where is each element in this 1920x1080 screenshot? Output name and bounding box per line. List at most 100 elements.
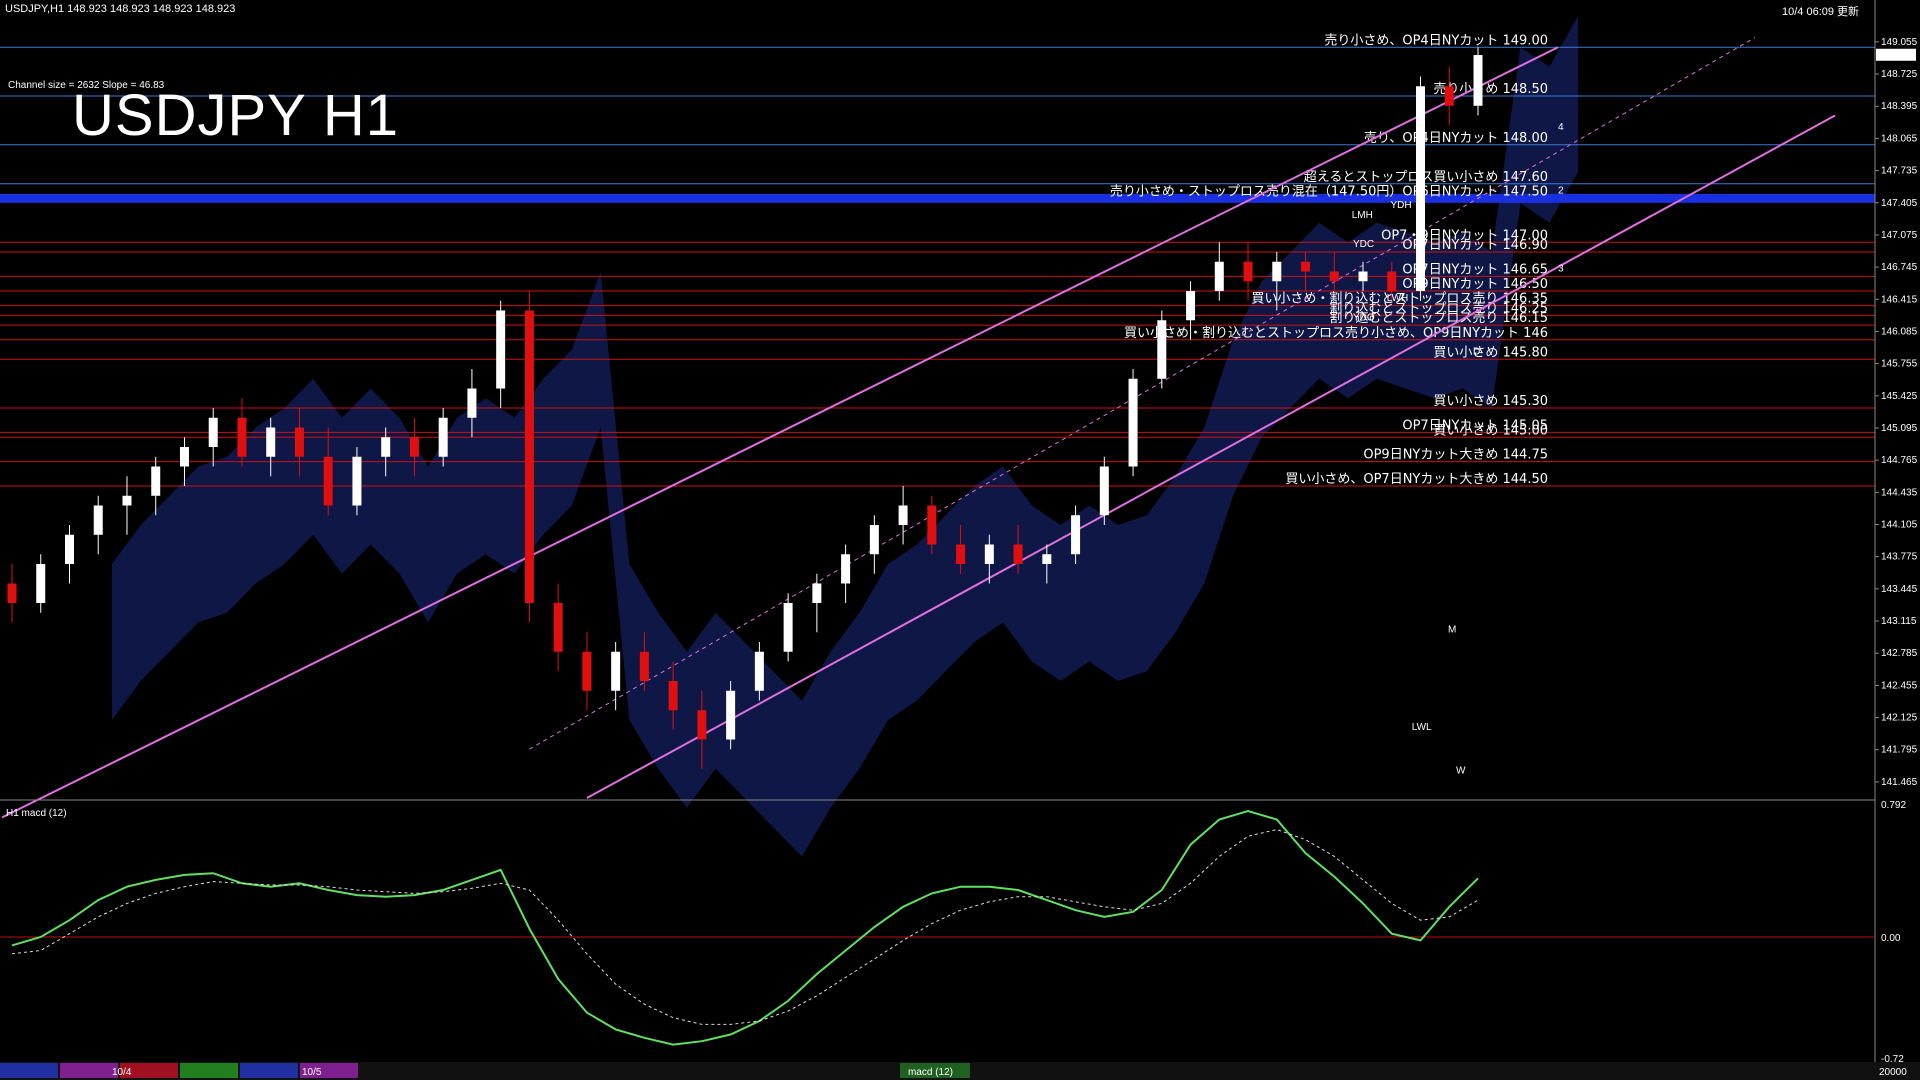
candle-body (697, 710, 707, 740)
candle-body (1214, 261, 1224, 291)
candle-body (984, 544, 994, 564)
level-label: 買い小さめ 145.30 (1433, 394, 1548, 409)
level-label: 売り、OP4日NYカット 148.00 (1364, 130, 1548, 146)
candle-body (1358, 271, 1368, 282)
price-tick-label: 143.775 (1881, 552, 1918, 563)
price-tick-label: 144.105 (1881, 520, 1918, 531)
candle-body (1157, 320, 1167, 379)
candle-body (208, 417, 218, 447)
price-tick-label: 145.425 (1881, 391, 1918, 402)
price-tick-label: 148.065 (1881, 133, 1918, 144)
price-tick-label: 142.125 (1881, 713, 1918, 724)
price-tick-label: 147.735 (1881, 166, 1918, 177)
update-time: 10/4 06:09 更新 (1782, 6, 1860, 18)
price-tick-label: 146.415 (1881, 294, 1918, 305)
candle-body (36, 564, 46, 603)
candle-body (467, 388, 477, 418)
candle-body (438, 417, 448, 457)
macd-tick-label: 0.00 (1881, 933, 1901, 944)
candle-body (1042, 554, 1052, 564)
candle-body (1416, 86, 1426, 291)
candle-body (524, 310, 534, 603)
candle-body (266, 427, 276, 457)
bottom-swatch (0, 1063, 58, 1078)
candle-body (381, 437, 391, 457)
macd-tick-label: 0.792 (1881, 800, 1906, 811)
price-tick-label: 143.445 (1881, 584, 1918, 595)
level-label: 買い小さめ・割り込むとストップロス売り小さめ、OP9日NYカット 146 (1124, 325, 1548, 341)
candle-body (1128, 378, 1138, 467)
candle-body (869, 525, 879, 555)
price-tick-label: 146.745 (1881, 262, 1918, 273)
candle-body (1013, 544, 1023, 564)
price-tick-label: 143.115 (1881, 616, 1917, 627)
candle-body (1301, 261, 1311, 272)
wave-label: 3 (1558, 264, 1564, 275)
candle-body (1444, 86, 1454, 106)
level-label: 売り小さめ・ストップロス売り混在（147.50円）OP6日NYカット 147.5… (1110, 183, 1548, 199)
candle-body (1473, 55, 1483, 106)
macd-label: H1 macd (12) (6, 808, 67, 819)
candle-body (496, 310, 506, 389)
bottom-swatch (240, 1063, 298, 1078)
box-label-ydc: YDC (1353, 239, 1374, 250)
candle-body (294, 427, 304, 457)
candle-body (582, 651, 592, 691)
candle-body (323, 456, 333, 506)
box-label-w: W (1456, 766, 1466, 777)
candle-body (1071, 515, 1081, 555)
candle-body (639, 651, 649, 681)
candle-body (1387, 271, 1397, 291)
candle-body (783, 603, 793, 652)
candle-body (237, 417, 247, 457)
level-label: OP9日NYカット大きめ 144.75 (1363, 448, 1548, 463)
candle-body (553, 603, 563, 652)
level-label: 超えるとストップロス買い小さめ 147.60 (1304, 170, 1548, 185)
price-tick-label: 142.455 (1881, 680, 1918, 691)
candle-body (812, 583, 822, 603)
candle-body (611, 651, 621, 691)
usdjpy-h1-chart[interactable]: 売り小さめ、OP4日NYカット 149.00売り小さめ 148.50売り、OP4… (0, 0, 1920, 1080)
price-tick-label: 148.725 (1881, 69, 1918, 80)
box-label-m: M (1448, 624, 1456, 635)
wave-label: 2 (1558, 186, 1564, 197)
level-label: 買い小さめ 145.00 (1433, 423, 1548, 438)
bottom-right-label: 20000 (1879, 1067, 1907, 1078)
level-label: 買い小さめ、OP7日NYカット大きめ 144.50 (1285, 472, 1548, 487)
bottom-swatch (60, 1063, 118, 1078)
price-tick-label: 149.055 (1881, 37, 1918, 48)
candle-body (1272, 261, 1282, 282)
price-tick-label: 145.095 (1881, 423, 1918, 434)
price-tick-label: 144.435 (1881, 487, 1918, 498)
price-tick-label: 141.465 (1881, 777, 1918, 788)
time-label: 10/4 (112, 1067, 132, 1078)
candle-body (726, 690, 736, 740)
box-label-d: D (1473, 346, 1480, 357)
price-tick-label: 147.075 (1881, 230, 1918, 241)
candle-body (841, 554, 851, 584)
bottom-bar: 10/4 10/5 macd (12) 20000 (0, 1062, 1920, 1080)
candle-body (1329, 271, 1339, 282)
bottom-swatch (180, 1063, 238, 1078)
level-label: 売り小さめ、OP4日NYカット 149.00 (1324, 32, 1548, 48)
candle-body (1099, 466, 1109, 516)
price-tick-label: 145.755 (1881, 359, 1918, 370)
price-tick-label: 142.785 (1881, 648, 1918, 659)
candle-body (898, 505, 908, 525)
box-label-ydh: YDH (1391, 200, 1412, 211)
current-price-label: 148.923 (1879, 51, 1916, 62)
box-label-ydo: YDO (1353, 312, 1375, 323)
candle-body (668, 681, 678, 711)
price-tick-label: 148.395 (1881, 101, 1918, 112)
price-tick-label: 146.085 (1881, 326, 1918, 337)
candle-body (956, 544, 966, 564)
wave-label: 4 (1558, 122, 1564, 133)
level-label: 買い小さめ 145.80 (1433, 345, 1548, 360)
box-label-lwl: LWL (1412, 722, 1432, 733)
candle-body (64, 534, 74, 564)
candle-body (1243, 261, 1253, 282)
price-tick-label: 144.765 (1881, 455, 1918, 466)
candle-body (409, 437, 419, 457)
symbol-info: USDJPY,H1 148.923 148.923 148.923 148.92… (5, 3, 236, 15)
candle-body (927, 505, 937, 545)
